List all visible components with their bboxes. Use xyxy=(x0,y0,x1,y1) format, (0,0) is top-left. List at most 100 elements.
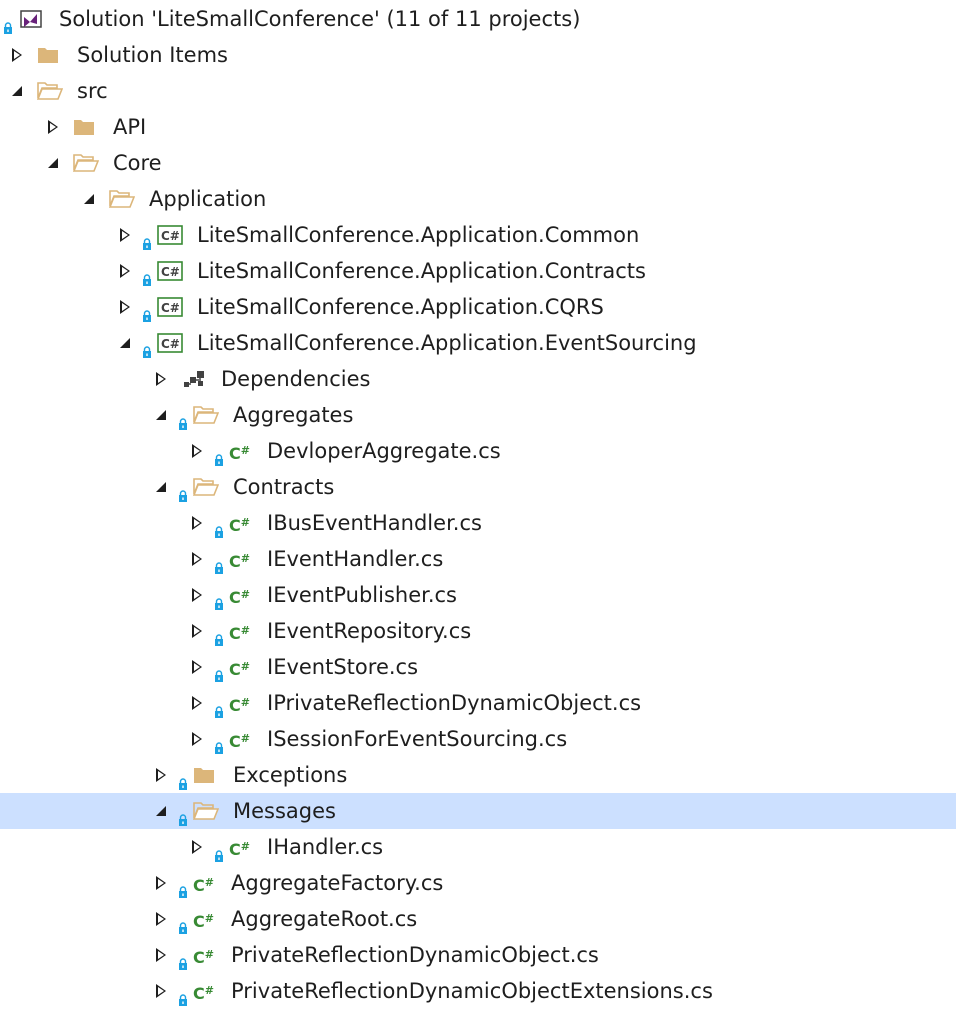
tree-item[interactable]: Messages xyxy=(0,793,956,829)
tree-item[interactable]: C# AggregateFactory.cs xyxy=(0,865,956,901)
tree-item[interactable]: C# LiteSmallConference.Application.EventS… xyxy=(0,325,956,361)
tree-item[interactable]: C# IBusEventHandler.cs xyxy=(0,505,956,541)
tree-item-label: Dependencies xyxy=(221,367,371,391)
tree-item-label: src xyxy=(77,79,108,103)
lock-icon xyxy=(214,555,224,574)
tree-item[interactable]: Contracts xyxy=(0,469,956,505)
expand-arrow-icon[interactable] xyxy=(116,289,134,325)
tree-item-label: IEventStore.cs xyxy=(267,655,419,679)
tree-item[interactable]: C# ISessionForEventSourcing.cs xyxy=(0,721,956,757)
csharp-file-icon: C# xyxy=(229,588,250,607)
expand-arrow-icon[interactable] xyxy=(188,577,206,613)
tree-item[interactable]: Aggregates xyxy=(0,397,956,433)
tree-item[interactable]: C# IPrivateReflectionDynamicObject.cs xyxy=(0,685,956,721)
expand-arrow-icon[interactable] xyxy=(152,757,170,793)
lock-icon xyxy=(178,771,188,790)
tree-item[interactable]: API xyxy=(0,109,956,145)
tree-item[interactable]: Application xyxy=(0,181,956,217)
expand-arrow-icon[interactable] xyxy=(152,361,170,397)
tree-item[interactable]: C# IHandler.cs xyxy=(0,829,956,865)
tree-item[interactable]: C# LiteSmallConference.Application.CQRS xyxy=(0,289,956,325)
expand-arrow-icon[interactable] xyxy=(152,901,170,937)
tree-item[interactable]: C# AggregateRoot.cs xyxy=(0,901,956,937)
collapse-arrow-icon[interactable] xyxy=(152,793,170,829)
csharp-file-icon: C# xyxy=(229,552,250,571)
tree-item[interactable]: C# IEventRepository.cs xyxy=(0,613,956,649)
tree-item-label: API xyxy=(113,115,147,139)
expand-arrow-icon[interactable] xyxy=(188,433,206,469)
csharp-file-icon: C# xyxy=(193,984,214,1003)
expand-arrow-icon[interactable] xyxy=(188,685,206,721)
tree-item-label: IEventPublisher.cs xyxy=(267,583,457,607)
lock-icon xyxy=(214,447,224,466)
lock-icon xyxy=(142,303,152,322)
csharp-project-icon: C# xyxy=(157,261,183,281)
svg-text:C#: C# xyxy=(161,301,180,315)
folder-open-icon xyxy=(36,81,64,101)
expand-arrow-icon[interactable] xyxy=(188,541,206,577)
tree-item-label: Contracts xyxy=(233,475,335,499)
solution-icon xyxy=(19,9,42,29)
expand-arrow-icon[interactable] xyxy=(188,649,206,685)
collapse-arrow-icon[interactable] xyxy=(152,397,170,433)
tree-item-label: ISessionForEventSourcing.cs xyxy=(267,727,568,751)
lock-icon xyxy=(214,519,224,538)
tree-item[interactable]: C# DevloperAggregate.cs xyxy=(0,433,956,469)
tree-item[interactable]: C# LiteSmallConference.Application.Common xyxy=(0,217,956,253)
tree-item-label: DevloperAggregate.cs xyxy=(267,439,501,463)
collapse-arrow-icon[interactable] xyxy=(8,73,26,109)
lock-icon xyxy=(214,843,224,862)
tree-item[interactable]: Core xyxy=(0,145,956,181)
tree-item[interactable]: Solution Items xyxy=(0,37,956,73)
csharp-project-icon: C# xyxy=(157,297,183,317)
csharp-file-icon: C# xyxy=(229,444,250,463)
tree-item[interactable]: Dependencies xyxy=(0,361,956,397)
csharp-file-icon: C# xyxy=(229,732,250,751)
expand-arrow-icon[interactable] xyxy=(152,937,170,973)
collapse-arrow-icon[interactable] xyxy=(80,181,98,217)
collapse-arrow-icon[interactable] xyxy=(116,325,134,361)
tree-item-label: LiteSmallConference.Application.EventSou… xyxy=(197,331,697,355)
collapse-arrow-icon[interactable] xyxy=(44,145,62,181)
folder-closed-icon xyxy=(73,117,95,137)
expand-arrow-icon[interactable] xyxy=(116,217,134,253)
expand-arrow-icon[interactable] xyxy=(188,505,206,541)
csharp-file-icon: C# xyxy=(193,912,214,931)
expand-arrow-icon[interactable] xyxy=(188,721,206,757)
csharp-project-icon: C# xyxy=(157,225,183,245)
lock-icon xyxy=(178,987,188,1006)
dependencies-icon xyxy=(181,369,204,389)
tree-item[interactable]: C# IEventPublisher.cs xyxy=(0,577,956,613)
collapse-arrow-icon[interactable] xyxy=(152,469,170,505)
tree-item[interactable]: C# LiteSmallConference.Application.Contra… xyxy=(0,253,956,289)
expand-arrow-icon[interactable] xyxy=(152,865,170,901)
expand-arrow-icon[interactable] xyxy=(152,973,170,1009)
tree-item-label: Application xyxy=(149,187,267,211)
lock-icon xyxy=(178,915,188,934)
folder-open-icon xyxy=(192,405,220,425)
solution-explorer-tree: Solution 'LiteSmallConference' (11 of 11… xyxy=(0,0,956,1014)
expand-arrow-icon[interactable] xyxy=(44,109,62,145)
tree-item[interactable]: C# PrivateReflectionDynamicObject.cs xyxy=(0,937,956,973)
expand-arrow-icon[interactable] xyxy=(188,829,206,865)
expand-arrow-icon[interactable] xyxy=(8,37,26,73)
tree-item[interactable]: C# PrivateReflectionDynamicObjectExtensio… xyxy=(0,973,956,1009)
csharp-file-icon: C# xyxy=(229,516,250,535)
expand-arrow-icon[interactable] xyxy=(188,613,206,649)
lock-icon xyxy=(178,483,188,502)
tree-item-label: IEventRepository.cs xyxy=(267,619,472,643)
lock-icon xyxy=(214,663,224,682)
tree-item[interactable]: C# IEventStore.cs xyxy=(0,649,956,685)
tree-item-label: Solution Items xyxy=(77,43,228,67)
tree-item[interactable]: C# IEventHandler.cs xyxy=(0,541,956,577)
tree-item[interactable]: Solution 'LiteSmallConference' (11 of 11… xyxy=(0,1,956,37)
lock-icon xyxy=(214,591,224,610)
lock-icon xyxy=(178,879,188,898)
csharp-file-icon: C# xyxy=(193,876,214,895)
tree-item-label: Exceptions xyxy=(233,763,348,787)
csharp-file-icon: C# xyxy=(229,660,250,679)
tree-item-label: IHandler.cs xyxy=(267,835,384,859)
tree-item[interactable]: src xyxy=(0,73,956,109)
expand-arrow-icon[interactable] xyxy=(116,253,134,289)
tree-item[interactable]: Exceptions xyxy=(0,757,956,793)
